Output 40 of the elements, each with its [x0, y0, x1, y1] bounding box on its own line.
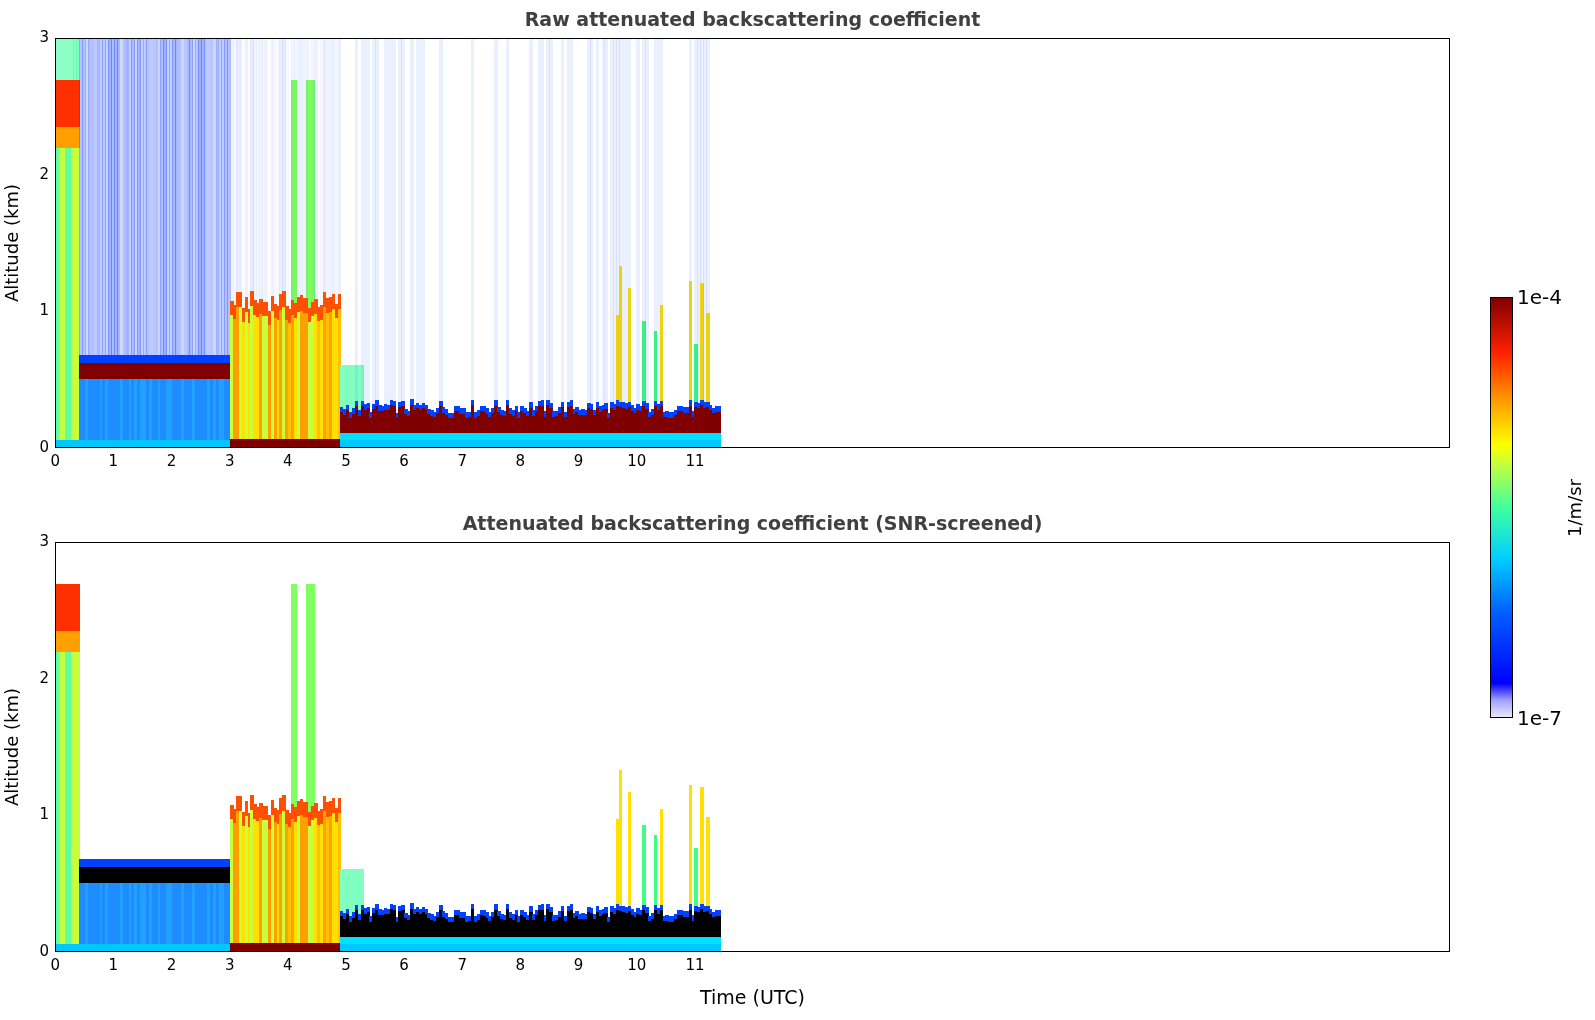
x-tick-label: 4	[283, 958, 293, 973]
x-tick-label: 3	[224, 454, 235, 469]
x-tick-label: 5	[341, 454, 351, 469]
x-tick-label: 4	[283, 454, 293, 469]
x-tick-label: 0	[50, 958, 61, 973]
x-tick-label: 11	[685, 958, 705, 973]
x-tick-label: 6	[399, 958, 409, 973]
y-tick-label: 3	[39, 534, 49, 549]
y-tick-label: 3	[39, 30, 49, 45]
x-tick-label: 2	[166, 958, 177, 973]
y-tick-label: 2	[39, 670, 49, 686]
x-tick-label: 10	[627, 958, 647, 973]
y-axis-label: Altitude (km)	[0, 687, 22, 807]
x-tick-label: 3	[224, 958, 235, 973]
y-tick-label: 1	[39, 303, 49, 319]
x-tick-label: 2	[166, 454, 177, 469]
x-tick-label: 5	[341, 958, 351, 973]
x-tick-label: 8	[515, 454, 526, 469]
y-tick-label: 0	[39, 944, 49, 959]
x-tick-label: 1	[108, 958, 119, 973]
x-tick-label: 7	[457, 454, 467, 469]
chart-title: Attenuated backscattering coefficient (SNR-screened)	[462, 512, 1043, 534]
x-tick-label: 6	[399, 454, 409, 469]
x-tick-label: 9	[573, 958, 584, 973]
x-tick-label: 8	[515, 958, 526, 973]
x-tick-label: 0	[50, 454, 61, 469]
x-tick-label: 1	[108, 454, 119, 469]
chart-title: Raw attenuated backscattering coefficient	[524, 8, 981, 30]
x-tick-label: 10	[627, 454, 647, 469]
y-tick-label: 2	[39, 166, 49, 182]
x-axis-label: Time (UTC)	[700, 986, 805, 1008]
x-tick-label: 11	[685, 454, 705, 469]
colorbar-unit-label: 1/m/sr	[1564, 478, 1585, 537]
y-tick-label: 0	[39, 440, 49, 455]
x-tick-label: 7	[457, 958, 467, 973]
y-axis-label: Altitude (km)	[0, 183, 22, 303]
colorbar-max-label: 1e-4	[1517, 287, 1562, 307]
x-tick-label: 9	[573, 454, 584, 469]
colorbar-min-label: 1e-7	[1517, 708, 1562, 728]
y-tick-label: 1	[39, 807, 49, 823]
